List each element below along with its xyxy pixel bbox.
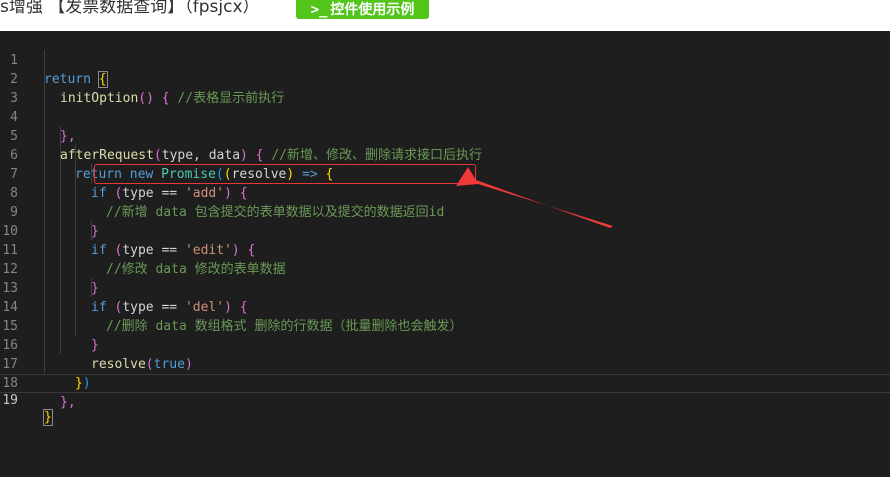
code-line[interactable]: 17 }) <box>0 336 890 391</box>
example-button-label: 控件使用示例 <box>330 1 415 18</box>
code-line[interactable]: 11 //修改 data 修改的表单数据 <box>0 222 890 277</box>
code-line[interactable]: 16 resolve(true) <box>0 317 890 372</box>
highlight-box <box>94 164 476 184</box>
code-line-active[interactable]: 19 } <box>0 374 890 426</box>
code-line[interactable]: 18 }, <box>0 355 890 410</box>
control-example-button[interactable]: >_ 控件使用示例 <box>296 0 429 19</box>
code-line[interactable]: 6 return new Promise((resolve) => { <box>0 127 890 182</box>
code-line[interactable]: 4 }, <box>0 89 890 144</box>
code-line[interactable]: 14 //删除 data 数组格式 删除的行数据（批量删除也会触发） <box>0 279 890 334</box>
code-editor[interactable]: 1 return { 2 initOption() { //表格显示前执行 3 … <box>0 31 890 477</box>
code-line[interactable]: 7 if (type == 'add') { <box>0 146 890 201</box>
code-line[interactable]: 15 } <box>0 298 890 353</box>
code-line[interactable]: 2 initOption() { //表格显示前执行 <box>0 51 890 106</box>
code-line[interactable]: 5 afterRequest(type, data) { //新增、修改、删除请… <box>0 108 890 163</box>
bracket-token: } <box>43 409 53 426</box>
bracket-token: }, <box>60 395 76 410</box>
line-number: 19 <box>2 393 18 408</box>
code-line[interactable]: 13 if (type == 'del') { <box>0 260 890 315</box>
code-line[interactable]: 3 <box>0 70 890 106</box>
page-title: s增强 【发票数据查询】（fpsjcx） <box>0 0 260 17</box>
code-line[interactable]: 1 return { <box>0 32 890 88</box>
code-line[interactable]: 9 } <box>0 184 890 239</box>
code-line[interactable]: 12 } <box>0 241 890 296</box>
terminal-icon: >_ <box>310 1 328 18</box>
top-bar: s增强 【发票数据查询】（fpsjcx） >_ 控件使用示例 <box>0 0 890 31</box>
code-line[interactable]: 10 if (type == 'edit') { <box>0 203 890 258</box>
